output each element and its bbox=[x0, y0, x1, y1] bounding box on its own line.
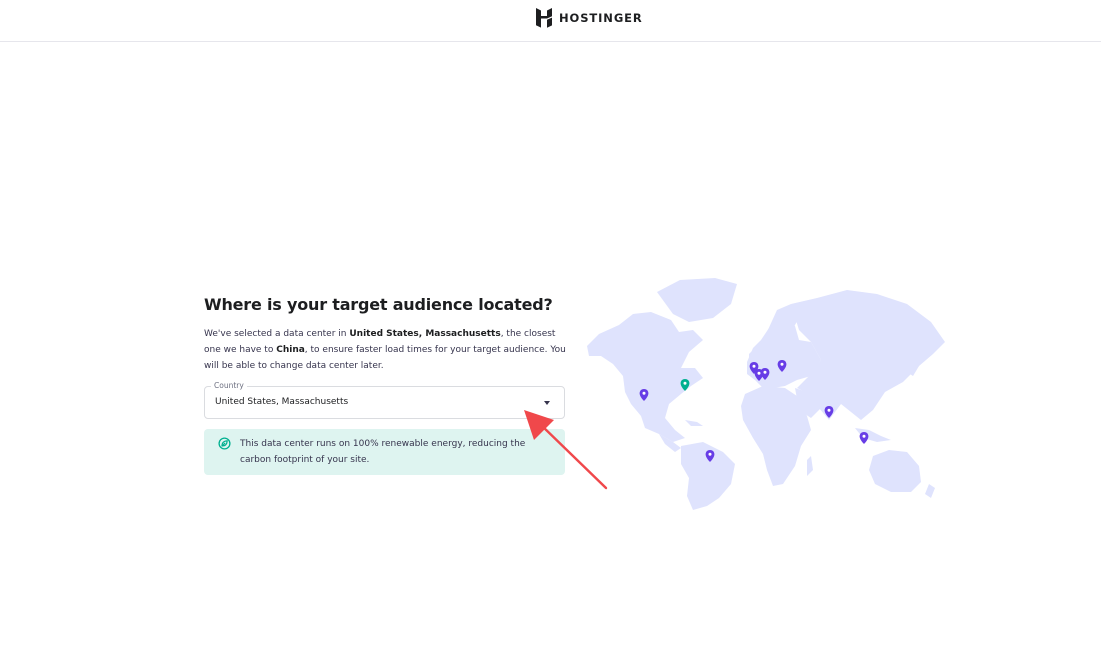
notice-text: This data center runs on 100% renewable … bbox=[240, 439, 526, 465]
madagascar-shape bbox=[807, 456, 813, 476]
brand-name: HOSTINGER bbox=[559, 11, 643, 25]
country-select[interactable]: Country United States, Massachusetts bbox=[204, 381, 565, 419]
description-text: We've selected a data center in bbox=[204, 329, 350, 339]
description: We've selected a data center in United S… bbox=[204, 326, 566, 374]
country-value: United States, Massachusetts bbox=[215, 397, 349, 407]
page-title: Where is your target audience located? bbox=[204, 295, 553, 314]
top-bar: HOSTINGER bbox=[0, 0, 1101, 42]
north-america-shape bbox=[587, 312, 703, 442]
target-audience: China bbox=[276, 345, 305, 355]
country-label: Country bbox=[211, 381, 247, 391]
new-zealand-shape bbox=[925, 484, 935, 498]
audience-location-section: Where is your target audience located? W… bbox=[204, 294, 566, 475]
pin-singapore[interactable] bbox=[859, 432, 869, 444]
greenland-shape bbox=[657, 278, 737, 322]
australia-shape bbox=[869, 450, 921, 492]
hostinger-logo-icon bbox=[536, 8, 552, 28]
caribbean-shape bbox=[685, 420, 703, 426]
renewable-energy-notice: This data center runs on 100% renewable … bbox=[204, 429, 565, 475]
world-map bbox=[587, 278, 945, 510]
chevron-down-icon[interactable] bbox=[544, 401, 550, 405]
leaf-icon bbox=[218, 437, 231, 450]
selected-location: United States, Massachusetts bbox=[349, 329, 501, 339]
brand-logo[interactable]: HOSTINGER bbox=[535, 8, 643, 28]
